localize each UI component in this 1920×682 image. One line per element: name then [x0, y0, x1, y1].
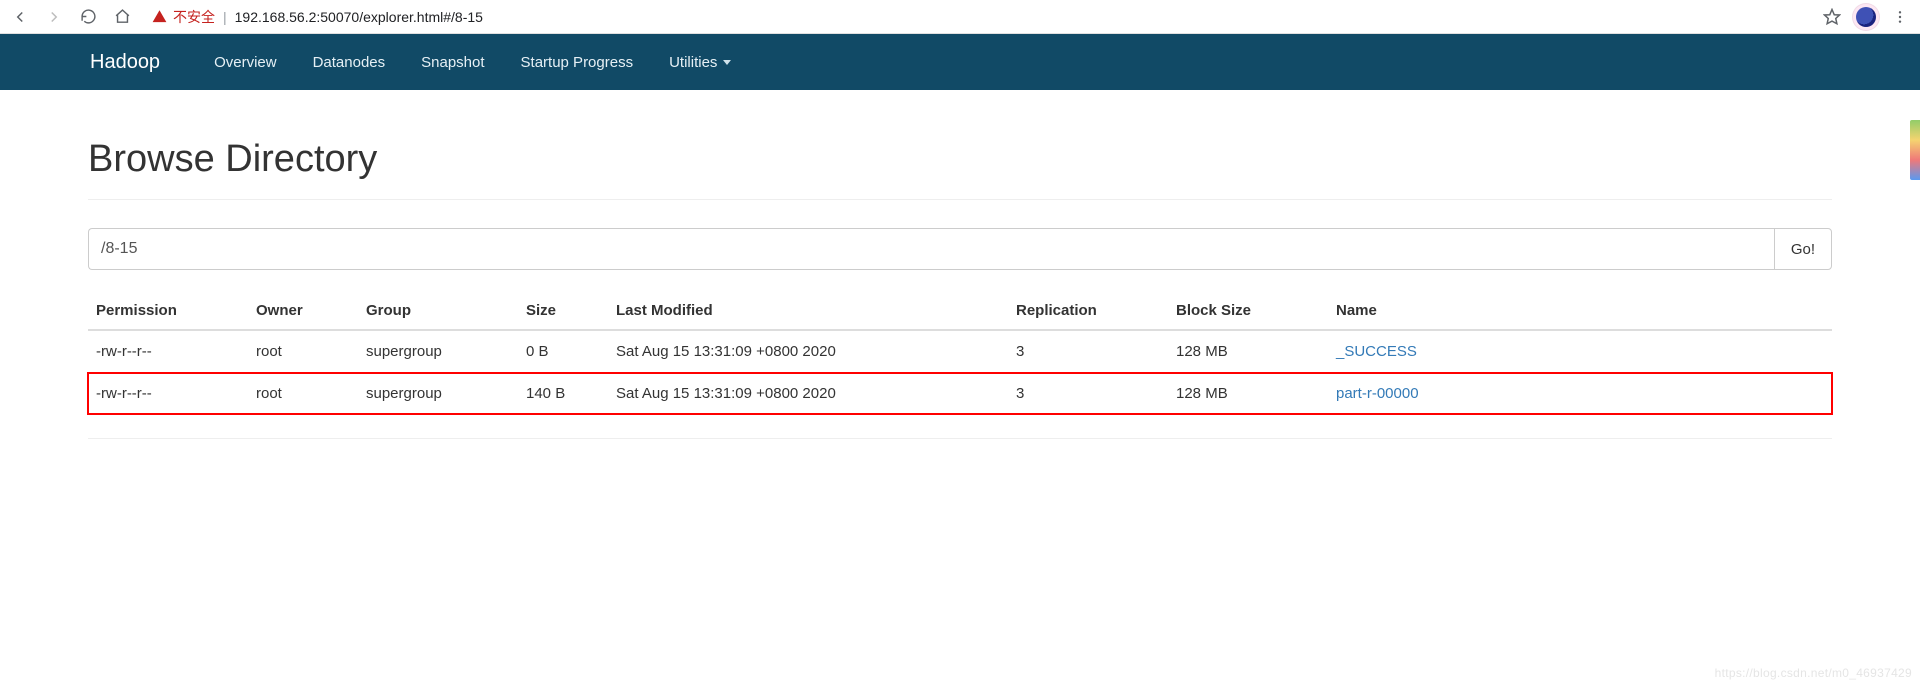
th-size[interactable]: Size: [518, 292, 608, 330]
th-permission[interactable]: Permission: [88, 292, 248, 330]
not-secure-badge: 不安全: [152, 7, 215, 27]
bookmark-button[interactable]: [1818, 3, 1846, 31]
path-input-group: Go!: [88, 228, 1832, 270]
th-replication[interactable]: Replication: [1008, 292, 1168, 330]
cell-replication: 3: [1008, 330, 1168, 373]
cell-permission: -rw-r--r--: [88, 373, 248, 415]
cell-size: 0 B: [518, 330, 608, 373]
nav-utilities[interactable]: Utilities: [651, 34, 749, 90]
address-bar[interactable]: 不安全 | 192.168.56.2:50070/explorer.html#/…: [142, 3, 1812, 31]
file-table: Permission Owner Group Size Last Modifie…: [88, 292, 1832, 414]
file-link[interactable]: _SUCCESS: [1336, 343, 1417, 360]
table-row: -rw-r--r--rootsupergroup140 BSat Aug 15 …: [88, 373, 1832, 415]
cell-block-size: 128 MB: [1168, 373, 1328, 415]
cell-last-modified: Sat Aug 15 13:31:09 +0800 2020: [608, 373, 1008, 415]
th-group[interactable]: Group: [358, 292, 518, 330]
cell-permission: -rw-r--r--: [88, 330, 248, 373]
page-footer: [88, 438, 1832, 453]
th-name[interactable]: Name: [1328, 292, 1832, 330]
cell-group: supergroup: [358, 330, 518, 373]
home-button[interactable]: [108, 3, 136, 31]
th-last-modified[interactable]: Last Modified: [608, 292, 1008, 330]
path-input[interactable]: [88, 228, 1774, 270]
table-header-row: Permission Owner Group Size Last Modifie…: [88, 292, 1832, 330]
nav-datanodes[interactable]: Datanodes: [295, 34, 404, 90]
cell-size: 140 B: [518, 373, 608, 415]
warning-icon: [152, 9, 167, 24]
url-text: 192.168.56.2:50070/explorer.html#/8-15: [235, 9, 483, 25]
not-secure-label: 不安全: [173, 7, 215, 27]
brand[interactable]: Hadoop: [90, 51, 178, 74]
profile-avatar-icon: [1856, 7, 1876, 27]
forward-button[interactable]: [40, 3, 68, 31]
page-title: Browse Directory: [88, 138, 1832, 200]
watermark: https://blog.csdn.net/m0_46937429: [1715, 666, 1912, 680]
app-navbar: Hadoop Overview Datanodes Snapshot Start…: [0, 34, 1920, 90]
cell-owner: root: [248, 330, 358, 373]
browser-chrome: 不安全 | 192.168.56.2:50070/explorer.html#/…: [0, 0, 1920, 34]
chevron-down-icon: [723, 60, 731, 65]
cell-block-size: 128 MB: [1168, 330, 1328, 373]
cell-last-modified: Sat Aug 15 13:31:09 +0800 2020: [608, 330, 1008, 373]
cell-name: _SUCCESS: [1328, 330, 1832, 373]
sidebar-indicator-icon: [1910, 120, 1920, 180]
cell-group: supergroup: [358, 373, 518, 415]
back-button[interactable]: [6, 3, 34, 31]
cell-owner: root: [248, 373, 358, 415]
page-container: Browse Directory Go! Permission Owner Gr…: [88, 90, 1832, 453]
profile-button[interactable]: [1852, 3, 1880, 31]
table-row: -rw-r--r--rootsupergroup0 BSat Aug 15 13…: [88, 330, 1832, 373]
th-block-size[interactable]: Block Size: [1168, 292, 1328, 330]
go-button[interactable]: Go!: [1774, 228, 1832, 270]
nav-startup-progress[interactable]: Startup Progress: [503, 34, 652, 90]
separator: |: [223, 9, 227, 25]
nav-snapshot[interactable]: Snapshot: [403, 34, 502, 90]
cell-replication: 3: [1008, 373, 1168, 415]
cell-name: part-r-00000: [1328, 373, 1832, 415]
nav-overview[interactable]: Overview: [196, 34, 295, 90]
browser-menu-button[interactable]: [1886, 3, 1914, 31]
file-link[interactable]: part-r-00000: [1336, 385, 1419, 402]
reload-button[interactable]: [74, 3, 102, 31]
th-owner[interactable]: Owner: [248, 292, 358, 330]
